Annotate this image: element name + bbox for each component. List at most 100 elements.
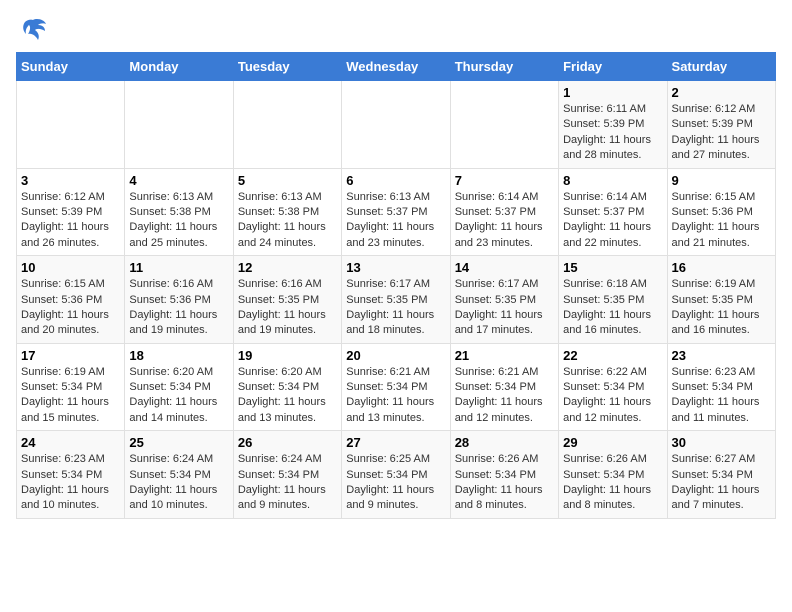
day-info: Sunrise: 6:20 AM Sunset: 5:34 PM Dayligh… — [129, 365, 228, 427]
calendar-cell — [450, 81, 558, 169]
calendar-cell: 20 Sunrise: 6:21 AM Sunset: 5:34 PM Dayli… — [342, 343, 450, 431]
day-number: 15 — [563, 260, 662, 275]
calendar-cell: 5 Sunrise: 6:13 AM Sunset: 5:38 PM Daylig… — [233, 168, 341, 256]
day-number: 25 — [129, 435, 228, 450]
day-info: Sunrise: 6:12 AM Sunset: 5:39 PM Dayligh… — [672, 102, 771, 164]
calendar-cell: 13 Sunrise: 6:17 AM Sunset: 5:35 PM Dayli… — [342, 256, 450, 344]
day-number: 5 — [238, 173, 337, 188]
calendar-cell: 3Sunrise: 6:12 AM Sunset: 5:39 PM Daylig… — [17, 168, 125, 256]
calendar-cell: 18 Sunrise: 6:20 AM Sunset: 5:34 PM Dayli… — [125, 343, 233, 431]
calendar-cell: 16 Sunrise: 6:19 AM Sunset: 5:35 PM Dayli… — [667, 256, 775, 344]
calendar-header-thursday: Thursday — [450, 53, 558, 81]
day-info: Sunrise: 6:21 AM Sunset: 5:34 PM Dayligh… — [346, 365, 445, 427]
day-info: Sunrise: 6:13 AM Sunset: 5:38 PM Dayligh… — [238, 190, 337, 252]
calendar-week-row-2: 10 Sunrise: 6:15 AM Sunset: 5:36 PM Dayli… — [17, 256, 776, 344]
calendar-header-saturday: Saturday — [667, 53, 775, 81]
day-info: Sunrise: 6:24 AM Sunset: 5:34 PM Dayligh… — [129, 452, 228, 514]
day-info: Sunrise: 6:16 AM Sunset: 5:35 PM Dayligh… — [238, 277, 337, 339]
calendar-cell: 9Sunrise: 6:15 AM Sunset: 5:36 PM Daylig… — [667, 168, 775, 256]
calendar-cell — [233, 81, 341, 169]
day-info: Sunrise: 6:19 AM Sunset: 5:35 PM Dayligh… — [672, 277, 771, 339]
calendar-cell: 17 Sunrise: 6:19 AM Sunset: 5:34 PM Dayli… — [17, 343, 125, 431]
calendar-cell: 19 Sunrise: 6:20 AM Sunset: 5:34 PM Dayli… — [233, 343, 341, 431]
day-info: Sunrise: 6:14 AM Sunset: 5:37 PM Dayligh… — [455, 190, 554, 252]
day-info: Sunrise: 6:27 AM Sunset: 5:34 PM Dayligh… — [672, 452, 771, 514]
calendar-cell: 4 Sunrise: 6:13 AM Sunset: 5:38 PM Daylig… — [125, 168, 233, 256]
logo-bird-icon — [18, 16, 48, 44]
calendar-cell: 12 Sunrise: 6:16 AM Sunset: 5:35 PM Dayli… — [233, 256, 341, 344]
day-number: 16 — [672, 260, 771, 275]
day-number: 27 — [346, 435, 445, 450]
calendar-header-sunday: Sunday — [17, 53, 125, 81]
calendar-cell: 8 Sunrise: 6:14 AM Sunset: 5:37 PM Daylig… — [559, 168, 667, 256]
calendar-week-row-4: 24Sunrise: 6:23 AM Sunset: 5:34 PM Dayli… — [17, 431, 776, 519]
day-number: 4 — [129, 173, 228, 188]
day-info: Sunrise: 6:11 AM Sunset: 5:39 PM Dayligh… — [563, 102, 662, 164]
day-number: 2 — [672, 85, 771, 100]
calendar-cell: 28 Sunrise: 6:26 AM Sunset: 5:34 PM Dayli… — [450, 431, 558, 519]
calendar-cell: 6 Sunrise: 6:13 AM Sunset: 5:37 PM Daylig… — [342, 168, 450, 256]
day-number: 19 — [238, 348, 337, 363]
calendar-cell: 26 Sunrise: 6:24 AM Sunset: 5:34 PM Dayli… — [233, 431, 341, 519]
day-info: Sunrise: 6:15 AM Sunset: 5:36 PM Dayligh… — [21, 277, 120, 339]
day-number: 11 — [129, 260, 228, 275]
calendar-cell: 30 Sunrise: 6:27 AM Sunset: 5:34 PM Dayli… — [667, 431, 775, 519]
day-info: Sunrise: 6:25 AM Sunset: 5:34 PM Dayligh… — [346, 452, 445, 514]
day-number: 8 — [563, 173, 662, 188]
day-number: 6 — [346, 173, 445, 188]
day-number: 28 — [455, 435, 554, 450]
day-info: Sunrise: 6:13 AM Sunset: 5:38 PM Dayligh… — [129, 190, 228, 252]
day-info: Sunrise: 6:26 AM Sunset: 5:34 PM Dayligh… — [455, 452, 554, 514]
day-number: 14 — [455, 260, 554, 275]
day-info: Sunrise: 6:22 AM Sunset: 5:34 PM Dayligh… — [563, 365, 662, 427]
day-number: 21 — [455, 348, 554, 363]
calendar-cell: 2 Sunrise: 6:12 AM Sunset: 5:39 PM Daylig… — [667, 81, 775, 169]
header — [16, 16, 776, 44]
day-number: 17 — [21, 348, 120, 363]
day-number: 23 — [672, 348, 771, 363]
calendar-cell: 22Sunrise: 6:22 AM Sunset: 5:34 PM Dayli… — [559, 343, 667, 431]
calendar-cell: 25 Sunrise: 6:24 AM Sunset: 5:34 PM Dayli… — [125, 431, 233, 519]
day-info: Sunrise: 6:17 AM Sunset: 5:35 PM Dayligh… — [455, 277, 554, 339]
calendar-cell: 7 Sunrise: 6:14 AM Sunset: 5:37 PM Daylig… — [450, 168, 558, 256]
calendar-header-row: SundayMondayTuesdayWednesdayThursdayFrid… — [17, 53, 776, 81]
calendar-header-friday: Friday — [559, 53, 667, 81]
calendar-cell: 14 Sunrise: 6:17 AM Sunset: 5:35 PM Dayli… — [450, 256, 558, 344]
day-info: Sunrise: 6:20 AM Sunset: 5:34 PM Dayligh… — [238, 365, 337, 427]
day-info: Sunrise: 6:24 AM Sunset: 5:34 PM Dayligh… — [238, 452, 337, 514]
calendar-cell — [125, 81, 233, 169]
calendar-header-wednesday: Wednesday — [342, 53, 450, 81]
day-number: 26 — [238, 435, 337, 450]
day-number: 20 — [346, 348, 445, 363]
day-info: Sunrise: 6:26 AM Sunset: 5:34 PM Dayligh… — [563, 452, 662, 514]
calendar-table: SundayMondayTuesdayWednesdayThursdayFrid… — [16, 52, 776, 519]
calendar-cell: 23 Sunrise: 6:23 AM Sunset: 5:34 PM Dayli… — [667, 343, 775, 431]
day-number: 29 — [563, 435, 662, 450]
day-number: 18 — [129, 348, 228, 363]
calendar-cell: 21 Sunrise: 6:21 AM Sunset: 5:34 PM Dayli… — [450, 343, 558, 431]
day-info: Sunrise: 6:12 AM Sunset: 5:39 PM Dayligh… — [21, 190, 120, 252]
calendar-cell: 15 Sunrise: 6:18 AM Sunset: 5:35 PM Dayli… — [559, 256, 667, 344]
day-info: Sunrise: 6:21 AM Sunset: 5:34 PM Dayligh… — [455, 365, 554, 427]
day-info: Sunrise: 6:14 AM Sunset: 5:37 PM Dayligh… — [563, 190, 662, 252]
calendar-header-monday: Monday — [125, 53, 233, 81]
day-info: Sunrise: 6:18 AM Sunset: 5:35 PM Dayligh… — [563, 277, 662, 339]
day-info: Sunrise: 6:23 AM Sunset: 5:34 PM Dayligh… — [21, 452, 120, 514]
day-number: 13 — [346, 260, 445, 275]
day-info: Sunrise: 6:19 AM Sunset: 5:34 PM Dayligh… — [21, 365, 120, 427]
day-number: 10 — [21, 260, 120, 275]
day-info: Sunrise: 6:23 AM Sunset: 5:34 PM Dayligh… — [672, 365, 771, 427]
calendar-cell: 24Sunrise: 6:23 AM Sunset: 5:34 PM Dayli… — [17, 431, 125, 519]
day-info: Sunrise: 6:17 AM Sunset: 5:35 PM Dayligh… — [346, 277, 445, 339]
calendar-cell — [342, 81, 450, 169]
day-number: 7 — [455, 173, 554, 188]
calendar-week-row-1: 3Sunrise: 6:12 AM Sunset: 5:39 PM Daylig… — [17, 168, 776, 256]
day-number: 30 — [672, 435, 771, 450]
calendar-cell — [17, 81, 125, 169]
day-number: 12 — [238, 260, 337, 275]
calendar-cell: 11 Sunrise: 6:16 AM Sunset: 5:36 PM Dayli… — [125, 256, 233, 344]
calendar-week-row-0: 1Sunrise: 6:11 AM Sunset: 5:39 PM Daylig… — [17, 81, 776, 169]
day-info: Sunrise: 6:16 AM Sunset: 5:36 PM Dayligh… — [129, 277, 228, 339]
logo — [16, 16, 48, 44]
day-info: Sunrise: 6:13 AM Sunset: 5:37 PM Dayligh… — [346, 190, 445, 252]
